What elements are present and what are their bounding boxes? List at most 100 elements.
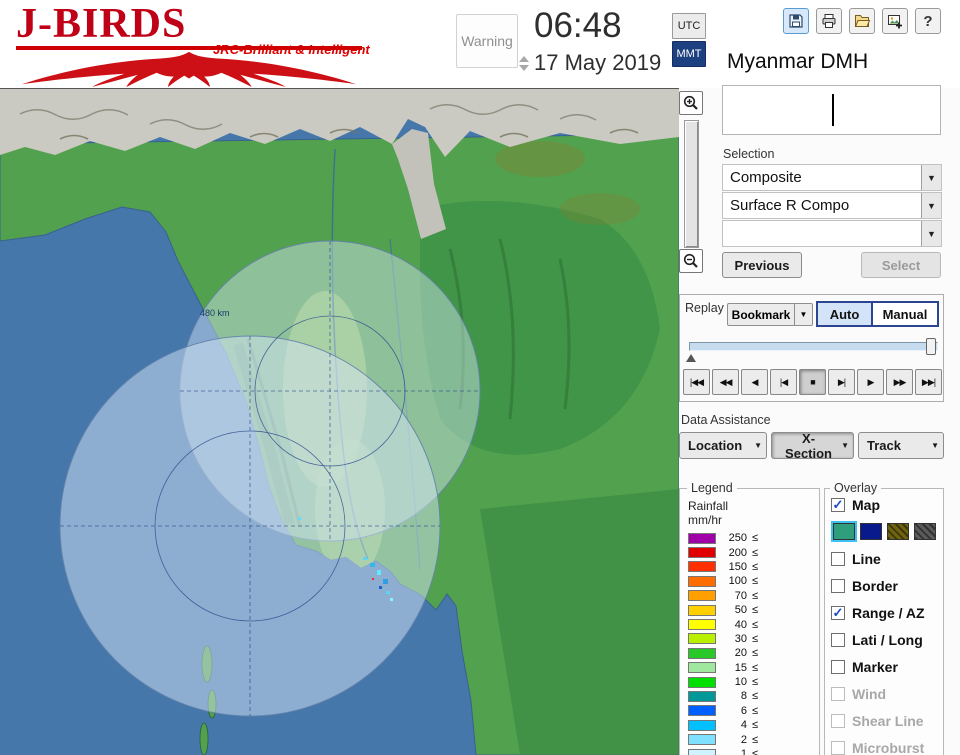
zoom-slider[interactable] bbox=[684, 120, 699, 248]
playback-rewind-button[interactable]: ◀◀ bbox=[712, 369, 739, 395]
checkbox[interactable] bbox=[831, 740, 845, 755]
track-button[interactable]: Track ▼ bbox=[858, 432, 944, 459]
chevron-down-icon: ▼ bbox=[754, 441, 762, 450]
legend-color-swatch bbox=[688, 690, 716, 702]
chevron-down-icon[interactable]: ▼ bbox=[921, 193, 941, 218]
overlay-item-shear-line[interactable]: Shear Line bbox=[831, 707, 936, 734]
save-button[interactable] bbox=[783, 8, 809, 34]
product-dropdown-1[interactable]: Composite ▼ bbox=[722, 164, 942, 191]
overlay-item-range-az[interactable]: ✓ Range / AZ bbox=[831, 599, 936, 626]
print-button[interactable] bbox=[816, 8, 842, 34]
legend-suffix: ≤ bbox=[752, 560, 759, 573]
legend-row: 4 ≤ bbox=[688, 718, 758, 732]
utc-button[interactable]: UTC bbox=[672, 13, 706, 39]
zoom-out-button[interactable] bbox=[679, 249, 703, 273]
bookmark-button[interactable]: Bookmark ▼ bbox=[727, 303, 813, 326]
playback-skip-start-button[interactable]: |◀◀ bbox=[683, 369, 710, 395]
checkbox[interactable] bbox=[831, 686, 845, 701]
legend-suffix: ≤ bbox=[752, 532, 759, 545]
legend-value: 8 bbox=[740, 690, 747, 703]
checkbox[interactable] bbox=[831, 659, 845, 674]
checkbox[interactable]: ✓ bbox=[831, 605, 845, 620]
spinner-up-icon[interactable] bbox=[519, 56, 529, 62]
map-style-terrain-swatch[interactable] bbox=[831, 521, 857, 542]
x-section-button[interactable]: X-Section ▼ bbox=[771, 431, 854, 461]
range-label: 480 km bbox=[200, 308, 230, 318]
checkbox[interactable] bbox=[831, 551, 845, 566]
open-folder-button[interactable] bbox=[849, 8, 875, 34]
header: J-BIRDS JRC-Brilliant & Intelligent Rada… bbox=[0, 0, 960, 108]
overlay-items: ✓ Map Line Border ✓ Range / AZ Lati / Long Mark… bbox=[831, 491, 936, 755]
legend-suffix: ≤ bbox=[752, 632, 759, 645]
select-button[interactable]: Select bbox=[861, 252, 941, 278]
legend-color-swatch bbox=[688, 662, 716, 674]
command-input[interactable] bbox=[722, 85, 941, 135]
legend-row: 70 ≤ bbox=[688, 589, 758, 603]
playback-play-back-button[interactable]: ◀ bbox=[741, 369, 768, 395]
map-style-olive-swatch[interactable] bbox=[887, 523, 909, 540]
overlay-item-line[interactable]: Line bbox=[831, 545, 936, 572]
chevron-down-icon[interactable]: ▼ bbox=[921, 221, 941, 246]
previous-button[interactable]: Previous bbox=[722, 252, 802, 278]
checkbox[interactable] bbox=[831, 713, 845, 728]
overlay-item-wind[interactable]: Wind bbox=[831, 680, 936, 707]
chevron-down-icon[interactable]: ▼ bbox=[795, 303, 813, 326]
overlay-item-lati-long[interactable]: Lati / Long bbox=[831, 626, 936, 653]
playback-step-forward-button[interactable]: ▶| bbox=[828, 369, 855, 395]
playback-fast-forward-button[interactable]: ▶▶ bbox=[886, 369, 913, 395]
manual-toggle-button[interactable]: Manual bbox=[873, 301, 939, 327]
legend-color-swatch bbox=[688, 604, 716, 616]
open-folder-icon bbox=[854, 15, 871, 27]
playback-skip-end-button[interactable]: ▶▶| bbox=[915, 369, 942, 395]
mmt-button[interactable]: MMT bbox=[672, 41, 706, 67]
dropdown-value: Composite bbox=[730, 169, 802, 186]
text-cursor bbox=[831, 94, 834, 126]
map-style-gray-swatch[interactable] bbox=[914, 523, 936, 540]
replay-slider-track[interactable] bbox=[689, 342, 938, 351]
map-style-dark-blue-swatch[interactable] bbox=[860, 523, 882, 540]
data-assistance-label: Data Assistance bbox=[681, 413, 771, 427]
warning-button[interactable]: Warning bbox=[456, 14, 518, 68]
checkbox[interactable] bbox=[831, 578, 845, 593]
playback-stop-button[interactable]: ■ bbox=[799, 369, 826, 395]
overlay-item-microburst[interactable]: Microburst bbox=[831, 734, 936, 755]
jbirds-app: J-BIRDS JRC-Brilliant & Intelligent Rada… bbox=[0, 0, 960, 755]
overlay-item-marker[interactable]: Marker bbox=[831, 653, 936, 680]
legend-color-swatch bbox=[688, 719, 716, 731]
export-image-icon bbox=[888, 15, 902, 29]
auto-toggle-button[interactable]: Auto bbox=[816, 301, 873, 327]
product-dropdown-3[interactable]: ▼ bbox=[722, 220, 942, 247]
product-dropdown-2[interactable]: Surface R Compo ▼ bbox=[722, 192, 942, 219]
playback-play-button[interactable]: ▶ bbox=[857, 369, 884, 395]
warning-spinner[interactable] bbox=[519, 56, 529, 71]
legend-value: 20 bbox=[734, 647, 747, 660]
legend-quantity: Rainfall bbox=[688, 499, 729, 513]
help-button[interactable]: ? bbox=[915, 8, 941, 34]
overlay-item-map[interactable]: ✓ Map bbox=[831, 491, 936, 518]
radar-map[interactable]: 480 km bbox=[0, 88, 680, 755]
legend-row: 100 ≤ bbox=[688, 574, 758, 588]
legend-value: 50 bbox=[734, 604, 747, 617]
checkbox[interactable]: ✓ bbox=[831, 497, 845, 512]
button-label: Track bbox=[867, 438, 901, 453]
legend-unit: mm/hr bbox=[688, 513, 722, 527]
legend-value: 1 bbox=[740, 748, 747, 755]
zoom-in-button[interactable] bbox=[679, 91, 703, 115]
playback-step-back-button[interactable]: |◀ bbox=[770, 369, 797, 395]
legend-value: 70 bbox=[734, 589, 747, 602]
replay-label: Replay bbox=[685, 301, 724, 315]
button-label: Location bbox=[688, 438, 743, 453]
location-button[interactable]: Location ▼ bbox=[679, 432, 767, 459]
checkbox[interactable] bbox=[831, 632, 845, 647]
export-image-button[interactable] bbox=[882, 8, 908, 34]
replay-slider-thumb[interactable] bbox=[926, 338, 936, 355]
overlay-item-border[interactable]: Border bbox=[831, 572, 936, 599]
chevron-down-icon[interactable]: ▼ bbox=[921, 165, 941, 190]
legend-suffix: ≤ bbox=[752, 719, 759, 732]
bookmark-label[interactable]: Bookmark bbox=[727, 303, 795, 326]
legend-suffix: ≤ bbox=[752, 676, 759, 689]
legend-color-swatch bbox=[688, 575, 716, 587]
legend-value: 200 bbox=[728, 546, 747, 559]
legend-value: 15 bbox=[734, 661, 747, 674]
spinner-down-icon[interactable] bbox=[519, 65, 529, 71]
